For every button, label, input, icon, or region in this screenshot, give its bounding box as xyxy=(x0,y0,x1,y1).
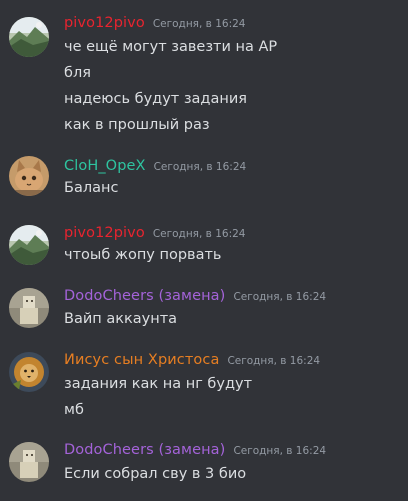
message-text: че ещё могут завезти на АР xyxy=(64,39,278,55)
figure-avatar-icon xyxy=(9,288,49,328)
user-avatar[interactable] xyxy=(9,17,49,57)
figure-avatar-icon xyxy=(9,442,49,482)
lion-avatar-icon xyxy=(9,352,49,392)
landscape-avatar-icon xyxy=(9,225,49,265)
username[interactable]: pivo12pivo xyxy=(64,15,145,31)
cat-avatar-icon xyxy=(9,156,49,196)
username[interactable]: DodoCheers (замена) xyxy=(64,442,225,458)
timestamp: Сегодня, в 16:24 xyxy=(152,18,246,30)
message-header: Иисус сын Христоса Сегодня, в 16:24 xyxy=(64,352,320,372)
timestamp: Сегодня, в 16:24 xyxy=(152,228,246,240)
user-avatar[interactable] xyxy=(9,352,49,392)
timestamp: Сегодня, в 16:24 xyxy=(233,445,327,457)
message-text: мб xyxy=(64,402,84,418)
message-text: Если собрал сву в 3 био xyxy=(64,466,247,482)
timestamp: Сегодня, в 16:24 xyxy=(153,161,247,173)
username[interactable]: CloH_OpeX xyxy=(64,158,146,174)
message-text: Вайп аккаунта xyxy=(64,311,178,327)
timestamp: Сегодня, в 16:24 xyxy=(233,291,327,303)
message-text: как в прошлый раз xyxy=(64,117,210,133)
username[interactable]: DodoCheers (замена) xyxy=(64,288,225,304)
message-header: pivo12pivo Сегодня, в 16:24 xyxy=(64,225,245,245)
landscape-avatar-icon xyxy=(9,17,49,57)
username[interactable]: pivo12pivo xyxy=(64,225,145,241)
message-header: DodoCheers (замена) Сегодня, в 16:24 xyxy=(64,442,326,462)
message-text: задания как на нг будут xyxy=(64,376,253,392)
username[interactable]: Иисус сын Христоса xyxy=(64,352,219,368)
user-avatar[interactable] xyxy=(9,288,49,328)
timestamp: Сегодня, в 16:24 xyxy=(227,355,321,367)
user-avatar[interactable] xyxy=(9,156,49,196)
message-text: надеюсь будут задания xyxy=(64,91,247,107)
message-header: pivo12pivo Сегодня, в 16:24 xyxy=(64,15,245,35)
message-header: DodoCheers (замена) Сегодня, в 16:24 xyxy=(64,288,326,308)
message-text: бля xyxy=(64,65,91,81)
user-avatar[interactable] xyxy=(9,442,49,482)
message-text: чтоыб жопу порвать xyxy=(64,247,222,263)
user-avatar[interactable] xyxy=(9,225,49,265)
message-header: CloH_OpeX Сегодня, в 16:24 xyxy=(64,158,246,178)
message-text: Баланс xyxy=(64,180,119,196)
